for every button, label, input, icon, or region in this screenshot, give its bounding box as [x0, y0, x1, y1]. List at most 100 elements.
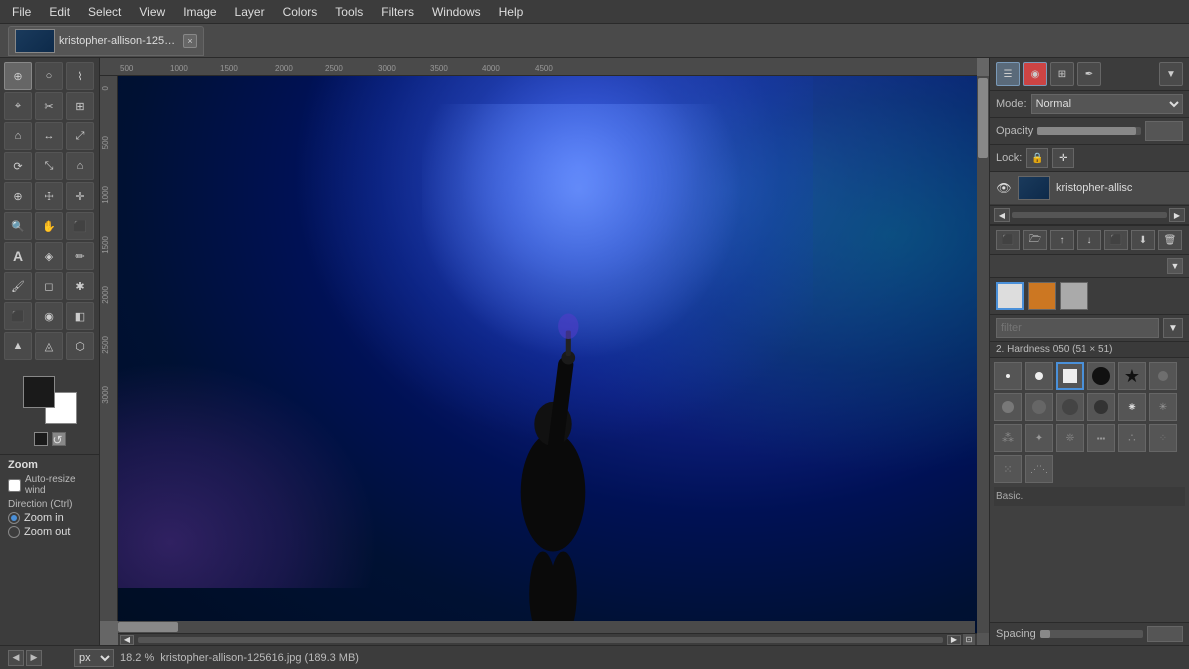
layers-scroll-right-btn[interactable]: ▶ — [1169, 208, 1185, 222]
layers-scroll-left-btn[interactable]: ◀ — [994, 208, 1010, 222]
tool-text[interactable]: A — [4, 242, 32, 270]
zoom-in-option[interactable]: Zoom in — [8, 512, 91, 524]
menu-colors[interactable]: Colors — [275, 3, 326, 21]
nav-right-btn[interactable]: ▶ — [947, 635, 961, 645]
menu-filters[interactable]: Filters — [373, 3, 422, 21]
mode-select[interactable]: Normal — [1031, 94, 1183, 114]
horizontal-scrolltrack[interactable] — [138, 637, 943, 643]
layer-item[interactable]: 👁 kristopher-allisc — [990, 172, 1189, 205]
paths-icon-btn[interactable]: ✒ — [1077, 62, 1101, 86]
brush-filter-input[interactable] — [996, 318, 1159, 338]
menu-view[interactable]: View — [131, 3, 173, 21]
brush-swatch-orange[interactable] — [1028, 282, 1056, 310]
merge-layer-btn[interactable]: ⬇ — [1131, 230, 1155, 250]
tool-rotate[interactable]: ⟳ — [4, 152, 32, 180]
brush-preset-3-selected[interactable] — [1056, 362, 1084, 390]
tool-pencil[interactable]: ✏ — [66, 242, 94, 270]
brush-preset-7[interactable] — [994, 393, 1022, 421]
corner-resize[interactable] — [977, 633, 989, 645]
brush-preset-1[interactable] — [994, 362, 1022, 390]
brush-preset-5[interactable]: ★ — [1118, 362, 1146, 390]
nav-left-btn[interactable]: ◀ — [120, 635, 134, 645]
zoom-out-option[interactable]: Zoom out — [8, 526, 91, 538]
tool-ellipse-select[interactable]: ○ — [35, 62, 63, 90]
tool-warp[interactable]: ⊕ — [4, 182, 32, 210]
tool-scissors[interactable]: ✂ — [35, 92, 63, 120]
tool-by-color[interactable]: ⊞ — [66, 92, 94, 120]
brush-preset-11[interactable]: ⁕ — [1118, 393, 1146, 421]
swap-colors-icon[interactable]: ↺ — [52, 432, 66, 446]
scrollbar-horizontal-thumb[interactable] — [118, 622, 178, 632]
spacing-slider[interactable] — [1040, 630, 1143, 638]
lock-pixels-btn[interactable]: 🔒 — [1026, 148, 1048, 168]
brush-preset-2[interactable] — [1025, 362, 1053, 390]
scrollbar-vertical[interactable] — [977, 76, 989, 633]
brush-preset-8[interactable] — [1025, 393, 1053, 421]
tool-transform[interactable]: ↔ — [35, 122, 63, 150]
brush-filter-dropdown-btn[interactable]: ▼ — [1163, 318, 1183, 338]
history-icon-btn[interactable]: ◉ — [1023, 62, 1047, 86]
tool-paintbrush[interactable]: 🖌 — [4, 272, 32, 300]
tool-fuzzy[interactable]: ⌖ — [4, 92, 32, 120]
brush-preset-17[interactable]: ∴ — [1118, 424, 1146, 452]
layer-visibility-btn[interactable]: 👁 — [996, 180, 1012, 196]
brush-preset-18[interactable]: ⁘ — [1149, 424, 1177, 452]
opacity-slider[interactable] — [1037, 127, 1141, 135]
brush-swatch-gray[interactable] — [1060, 282, 1088, 310]
layers-icon-btn[interactable]: ☰ — [996, 62, 1020, 86]
brush-preset-19[interactable]: ⁙ — [994, 455, 1022, 483]
brush-preset-6[interactable] — [1149, 362, 1177, 390]
menu-windows[interactable]: Windows — [424, 3, 489, 21]
menu-image[interactable]: Image — [175, 3, 224, 21]
opacity-input[interactable]: 100.0 — [1145, 121, 1183, 141]
lock-position-btn[interactable]: ✛ — [1052, 148, 1074, 168]
tool-cage[interactable]: ⌂ — [66, 152, 94, 180]
resize-handle[interactable]: ⊡ — [963, 634, 975, 646]
brush-preset-13[interactable]: ⁂ — [994, 424, 1022, 452]
tool-eraser[interactable]: ◻ — [35, 272, 63, 300]
brush-preset-10[interactable] — [1087, 393, 1115, 421]
nav-arrows-left[interactable]: ◀ — [8, 650, 24, 666]
spacing-input[interactable]: 10.0 — [1147, 626, 1183, 642]
tool-move[interactable]: ✛ — [66, 182, 94, 210]
brush-preset-14[interactable]: ✦ — [1025, 424, 1053, 452]
tool-measure[interactable]: ⬛ — [66, 212, 94, 240]
tool-perspective[interactable]: ◧ — [66, 302, 94, 330]
tool-free-select[interactable]: ⌇ — [66, 62, 94, 90]
tool-airbrush[interactable]: ✱ — [66, 272, 94, 300]
auto-resize-input[interactable] — [8, 479, 21, 492]
tool-flip[interactable]: ⤡ — [35, 152, 63, 180]
tool-path[interactable]: ◈ — [35, 242, 63, 270]
brush-preset-4[interactable] — [1087, 362, 1115, 390]
menu-edit[interactable]: Edit — [41, 3, 78, 21]
lower-layer-btn[interactable]: ↓ — [1077, 230, 1101, 250]
brush-preset-20[interactable]: ⋰⋱ — [1025, 455, 1053, 483]
menu-layer[interactable]: Layer — [227, 3, 273, 21]
auto-resize-checkbox[interactable]: Auto-resize wind — [8, 474, 91, 496]
brush-preset-15[interactable]: ❊ — [1056, 424, 1084, 452]
scrollbar-horizontal[interactable] — [118, 621, 975, 633]
tool-zoom[interactable]: 🔍 — [4, 212, 32, 240]
tool-clone[interactable]: ⬛ — [4, 302, 32, 330]
tab-close-button[interactable]: × — [183, 34, 197, 48]
panel-menu-btn[interactable]: ▼ — [1159, 62, 1183, 86]
brush-preset-9[interactable] — [1056, 393, 1084, 421]
scrollbar-vertical-thumb[interactable] — [978, 78, 988, 158]
layers-scroll-track[interactable] — [1012, 212, 1167, 218]
tool-bucket[interactable]: ▲ — [4, 332, 32, 360]
tool-crop[interactable]: ⌂ — [4, 122, 32, 150]
delete-layer-btn[interactable]: 🗑 — [1158, 230, 1182, 250]
brush-preset-16[interactable]: ▪▪▪ — [1087, 424, 1115, 452]
brush-swatch-white[interactable] — [996, 282, 1024, 310]
unit-select[interactable]: px — [74, 649, 114, 667]
foreground-color-swatch[interactable] — [23, 376, 55, 408]
new-layer-from-file-btn[interactable]: ⬛ — [996, 230, 1020, 250]
menu-help[interactable]: Help — [491, 3, 532, 21]
canvas-image[interactable] — [118, 76, 987, 645]
image-tab[interactable]: kristopher-allison-125616.jpg × — [8, 26, 204, 56]
small-fg-swatch[interactable] — [34, 432, 48, 446]
raise-layer-btn[interactable]: ↑ — [1050, 230, 1074, 250]
brush-panel-expand-btn[interactable]: ▼ — [1167, 258, 1183, 274]
tool-scale[interactable]: ⤢ — [66, 122, 94, 150]
zoom-in-radio[interactable] — [8, 512, 20, 524]
